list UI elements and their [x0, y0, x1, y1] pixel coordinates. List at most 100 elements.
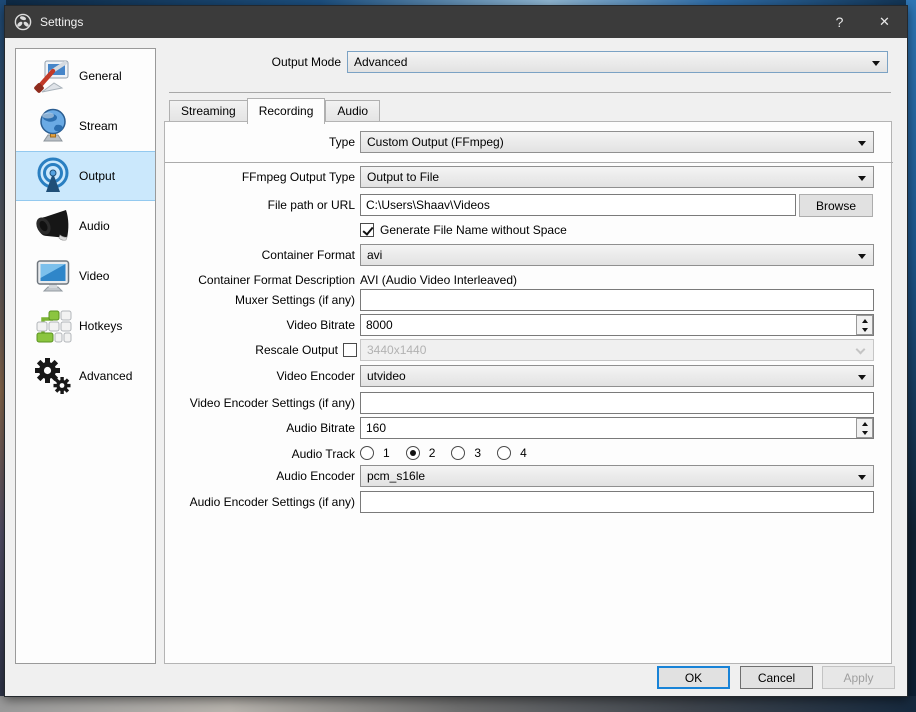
- video-encoder-settings-input[interactable]: [360, 392, 874, 414]
- settings-window: Settings ? ✕ General Stream Output Audio…: [4, 5, 908, 697]
- obs-logo-icon: [14, 13, 32, 31]
- audio-encoder-label: Audio Encoder: [276, 469, 355, 483]
- audio-track-label: Audio Track: [291, 447, 355, 461]
- general-toolkit-icon: [34, 57, 72, 95]
- sidebar-item-label: Hotkeys: [79, 319, 123, 333]
- audio-track-option-label: 1: [383, 446, 390, 460]
- tab-audio[interactable]: Audio: [325, 100, 381, 122]
- container-format-description-label: Container Format Description: [198, 273, 355, 287]
- sidebar-item-label: General: [79, 69, 122, 83]
- apply-button[interactable]: Apply: [822, 666, 895, 689]
- spin-up-icon[interactable]: [857, 316, 872, 325]
- muxer-settings-input[interactable]: [360, 289, 874, 311]
- audio-bitrate-input[interactable]: [360, 417, 874, 439]
- titlebar[interactable]: Settings ? ✕: [5, 6, 907, 38]
- video-bitrate-field[interactable]: [360, 314, 874, 336]
- generate-filename-checkbox[interactable]: [360, 223, 374, 237]
- help-button[interactable]: ?: [817, 6, 862, 38]
- container-format-label: Container Format: [261, 248, 355, 262]
- chevron-down-icon: [858, 254, 866, 259]
- tab-streaming[interactable]: Streaming: [169, 100, 247, 122]
- sidebar-item-label: Output: [79, 169, 116, 183]
- output-mode-label: Output Mode: [271, 55, 341, 69]
- type-value: Custom Output (FFmpeg): [367, 135, 504, 149]
- audio-bitrate-label: Audio Bitrate: [286, 421, 355, 435]
- window-title: Settings: [40, 15, 84, 29]
- video-monitor-icon: [34, 257, 72, 295]
- audio-track-option-label: 3: [474, 446, 482, 460]
- video-encoder-settings-label: Video Encoder Settings (if any): [189, 396, 355, 410]
- video-encoder-settings-field[interactable]: [360, 392, 874, 414]
- container-format-value: avi: [367, 248, 383, 262]
- audio-bitrate-spinner[interactable]: [856, 418, 873, 438]
- cancel-button[interactable]: Cancel: [740, 666, 813, 689]
- sidebar-item-hotkeys[interactable]: Hotkeys: [16, 301, 155, 351]
- ffmpeg-output-type-select[interactable]: Output to File: [360, 166, 874, 188]
- spin-up-icon[interactable]: [857, 419, 872, 428]
- audio-encoder-settings-field[interactable]: [360, 491, 874, 513]
- chevron-down-icon: [858, 141, 866, 146]
- audio-track-radio-3[interactable]: [451, 446, 466, 460]
- video-bitrate-label: Video Bitrate: [286, 318, 356, 332]
- sidebar-item-video[interactable]: Video: [16, 251, 155, 301]
- file-path-label: File path or URL: [267, 198, 355, 212]
- audio-encoder-settings-input[interactable]: [360, 491, 874, 513]
- output-mode-select[interactable]: Advanced: [347, 51, 888, 73]
- tab-recording[interactable]: Recording: [246, 98, 326, 124]
- container-format-select[interactable]: avi: [360, 244, 874, 266]
- audio-track-option-label: 2: [428, 446, 436, 460]
- divider: [169, 92, 891, 93]
- chevron-down-icon: [858, 475, 866, 480]
- audio-speaker-icon: [34, 207, 72, 245]
- video-encoder-select[interactable]: utvideo: [360, 365, 874, 387]
- type-select[interactable]: Custom Output (FFmpeg): [360, 131, 874, 153]
- output-tab-bar: Streaming Recording Audio: [169, 98, 381, 124]
- sidebar-item-label: Video: [79, 269, 110, 283]
- spin-down-icon[interactable]: [857, 428, 872, 437]
- rescale-output-checkbox[interactable]: [343, 343, 357, 357]
- sidebar-item-audio[interactable]: Audio: [16, 201, 155, 251]
- audio-track-radio-4[interactable]: [497, 446, 512, 460]
- sidebar-item-stream[interactable]: Stream: [16, 101, 155, 151]
- close-button[interactable]: ✕: [862, 6, 907, 38]
- sidebar-item-output[interactable]: Output: [16, 151, 155, 201]
- sidebar-item-advanced[interactable]: Advanced: [16, 351, 155, 401]
- browse-button[interactable]: Browse: [799, 194, 873, 217]
- audio-encoder-select[interactable]: pcm_s16le: [360, 465, 874, 487]
- muxer-settings-field[interactable]: [360, 289, 874, 311]
- hotkeys-keyboard-icon: [34, 307, 72, 345]
- divider: [165, 162, 893, 163]
- recording-settings-pane: Type Custom Output (FFmpeg) FFmpeg Outpu…: [164, 121, 893, 664]
- sidebar-item-label: Advanced: [79, 369, 133, 383]
- generate-filename-label: Generate File Name without Space: [380, 223, 567, 237]
- spin-down-icon[interactable]: [857, 325, 872, 334]
- sidebar-item-label: Stream: [79, 119, 118, 133]
- chevron-down-icon: [858, 375, 866, 380]
- chevron-down-icon: [855, 344, 866, 355]
- audio-track-option-label: 4: [520, 446, 527, 460]
- generate-filename-row[interactable]: Generate File Name without Space: [360, 222, 567, 238]
- video-bitrate-input[interactable]: [360, 314, 874, 336]
- chevron-down-icon: [858, 176, 866, 181]
- audio-encoder-settings-label: Audio Encoder Settings (if any): [189, 495, 355, 509]
- video-encoder-value: utvideo: [367, 369, 406, 383]
- ok-button[interactable]: OK: [657, 666, 730, 689]
- muxer-settings-label: Muxer Settings (if any): [234, 293, 355, 307]
- video-bitrate-spinner[interactable]: [856, 315, 873, 335]
- ffmpeg-output-type-label: FFmpeg Output Type: [241, 170, 355, 184]
- settings-category-list: General Stream Output Audio Video Hotkey…: [15, 48, 156, 664]
- file-path-input[interactable]: [360, 194, 796, 216]
- audio-encoder-value: pcm_s16le: [367, 469, 426, 483]
- rescale-resolution-select: 3440x1440: [360, 339, 874, 361]
- chevron-down-icon: [872, 61, 880, 66]
- audio-bitrate-field[interactable]: [360, 417, 874, 439]
- sidebar-item-general[interactable]: General: [16, 51, 155, 101]
- file-path-field[interactable]: [360, 194, 796, 216]
- rescale-resolution-value: 3440x1440: [367, 343, 427, 357]
- video-encoder-label: Video Encoder: [276, 369, 355, 383]
- ffmpeg-output-type-value: Output to File: [367, 170, 440, 184]
- type-label: Type: [328, 135, 355, 149]
- audio-track-options: 1 2 3 4: [360, 445, 534, 461]
- audio-track-radio-1[interactable]: [360, 446, 374, 460]
- audio-track-radio-2[interactable]: [405, 446, 420, 460]
